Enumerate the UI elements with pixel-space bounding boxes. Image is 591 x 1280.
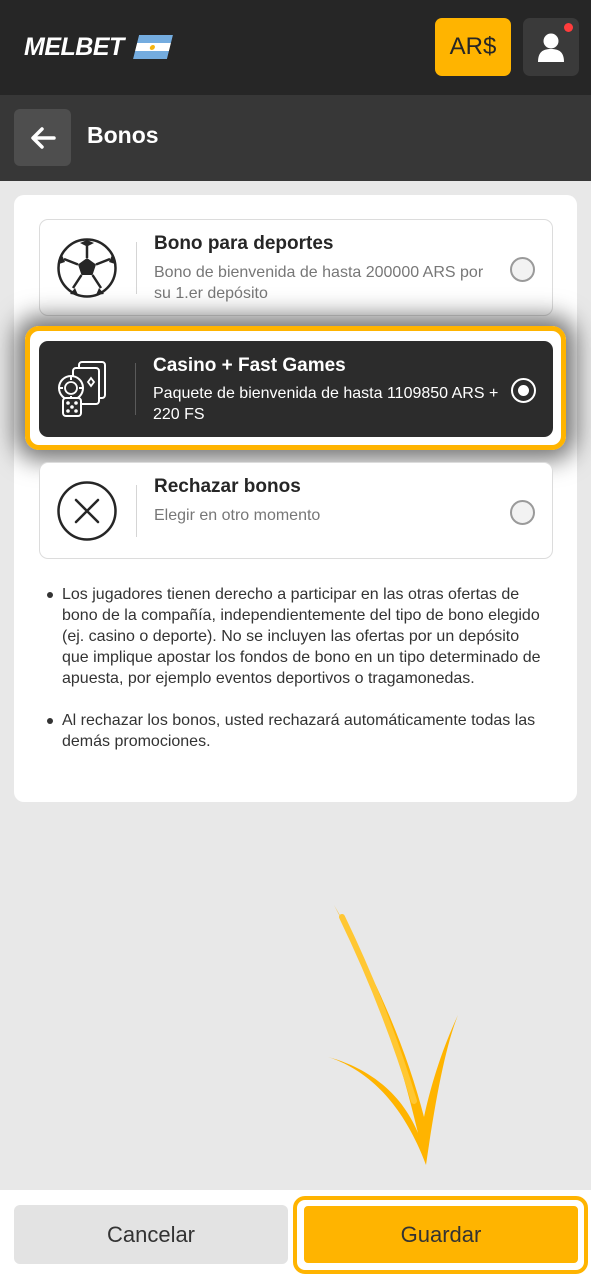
save-button[interactable]: Guardar (302, 1204, 580, 1265)
logo-text: MELBET (24, 32, 124, 61)
argentina-flag-icon (132, 35, 173, 59)
option-divider (136, 242, 137, 294)
currency-button[interactable]: AR$ (435, 18, 511, 76)
melbet-logo[interactable]: MELBET (24, 32, 173, 61)
option-description: Bono de bienvenida de hasta 200000 ARS p… (154, 264, 484, 302)
bonus-option-sports[interactable]: Bono para deportes Bono de bienvenida de… (39, 219, 553, 316)
notification-dot (564, 23, 573, 32)
casino-chips-cards-dice-icon (53, 356, 119, 422)
soccer-ball-icon (54, 235, 120, 301)
option-radio[interactable] (510, 257, 535, 282)
option-divider (135, 363, 136, 415)
option-description: Paquete de bienvenida de hasta 1109850 A… (153, 385, 499, 423)
option-title: Rechazar bonos (154, 476, 301, 497)
option-title: Casino + Fast Games (153, 355, 346, 376)
circle-x-icon (54, 478, 120, 544)
hand-drawn-arrow-icon (328, 905, 458, 1165)
option-radio[interactable] (510, 500, 535, 525)
footer-bar: Cancelar Guardar (0, 1190, 591, 1280)
terms-note: Los jugadores tienen derecho a participa… (44, 584, 544, 689)
page-title: Bonos (87, 122, 159, 148)
arrow-left-icon (30, 126, 56, 149)
option-divider (136, 485, 137, 537)
cancel-button[interactable]: Cancelar (14, 1205, 288, 1264)
page-header: Bonos (0, 95, 591, 181)
option-radio-selected[interactable] (511, 378, 536, 403)
bonus-terms-list: Los jugadores tienen derecho a participa… (44, 584, 544, 773)
back-button[interactable] (14, 109, 71, 166)
option-title: Bono para deportes (154, 233, 334, 254)
bonus-option-decline[interactable]: Rechazar bonos Elegir en otro momento (39, 462, 553, 559)
top-bar: MELBET AR$ (0, 0, 591, 95)
bonus-option-casino[interactable]: Casino + Fast Games Paquete de bienvenid… (39, 341, 553, 437)
option-description: Elegir en otro momento (154, 507, 321, 524)
account-button[interactable] (523, 18, 579, 76)
user-icon (538, 33, 564, 62)
terms-note: Al rechazar los bonos, usted rechazará a… (44, 710, 544, 752)
